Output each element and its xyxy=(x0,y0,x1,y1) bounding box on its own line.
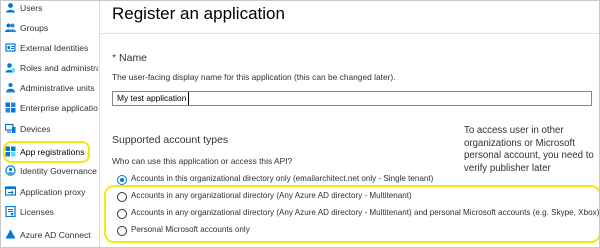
sidebar-item-label: Users xyxy=(20,3,43,13)
sidebar-item-licenses[interactable]: Licenses xyxy=(1,202,98,222)
name-input-value: My test application xyxy=(117,93,187,103)
sidebar-item-external-identities[interactable]: External Identities xyxy=(1,38,98,58)
sidebar-item-label: Identity Governance xyxy=(20,166,97,176)
admin-units-icon xyxy=(6,83,15,93)
external-identities-icon xyxy=(5,43,16,52)
title-divider xyxy=(100,33,599,34)
sidebar-item-groups[interactable]: Groups xyxy=(1,18,98,38)
users-icon xyxy=(6,3,15,13)
page-title: Register an application xyxy=(112,4,285,23)
licenses-icon xyxy=(5,206,16,217)
connect-icon xyxy=(5,229,16,239)
sidebar: Users Groups External Identities Roles a… xyxy=(1,1,98,247)
sidebar-item-connect[interactable]: Azure AD Connect xyxy=(1,225,98,245)
sidebar-item-devices[interactable]: Devices xyxy=(1,119,98,139)
window-frame: Users Groups External Identities Roles a… xyxy=(0,0,600,248)
sidebar-item-label: Enterprise applications xyxy=(20,103,98,113)
sidebar-item-roles[interactable]: Roles and administrators xyxy=(1,58,98,78)
sidebar-item-label: External Identities xyxy=(20,43,89,53)
sidebar-item-identity-governance[interactable]: Identity Governance xyxy=(1,161,98,181)
sidebar-item-enterprise-applications[interactable]: Enterprise applications xyxy=(1,98,98,118)
sidebar-item-label: Application proxy xyxy=(20,187,86,197)
publisher-note: To access user in other organizations or… xyxy=(464,125,594,174)
account-options-highlight xyxy=(104,185,599,243)
enterprise-apps-icon xyxy=(5,102,16,113)
identity-governance-icon xyxy=(5,165,16,176)
sidebar-item-label: Administrative units xyxy=(20,83,95,93)
sidebar-item-label: Roles and administrators xyxy=(20,63,98,73)
sidebar-item-users[interactable]: Users xyxy=(1,1,98,18)
application-proxy-icon xyxy=(5,186,16,196)
sidebar-item-label: Devices xyxy=(20,124,51,134)
text-caret xyxy=(188,92,189,105)
sidebar-item-application-proxy[interactable]: Application proxy xyxy=(1,182,98,202)
sidebar-item-label: Azure AD Connect xyxy=(20,230,91,240)
devices-icon xyxy=(5,123,16,133)
name-help-text: The user-facing display name for this ap… xyxy=(112,72,396,82)
sidebar-item-label: Licenses xyxy=(20,207,54,217)
name-label: * Name xyxy=(112,52,147,64)
radio-button-selected[interactable] xyxy=(117,175,127,185)
required-marker: * xyxy=(112,52,117,64)
roles-icon xyxy=(5,63,16,73)
sidebar-item-label: Groups xyxy=(20,23,49,33)
account-types-title: Supported account types xyxy=(112,134,229,146)
account-types-question: Who can use this application or access t… xyxy=(112,156,293,166)
radio-label: Accounts in this organizational director… xyxy=(131,174,434,183)
app-registrations-highlight xyxy=(3,141,90,163)
sidebar-item-administrative-units[interactable]: Administrative units xyxy=(1,78,98,98)
groups-icon xyxy=(5,23,16,32)
name-label-text: Name xyxy=(119,52,148,64)
